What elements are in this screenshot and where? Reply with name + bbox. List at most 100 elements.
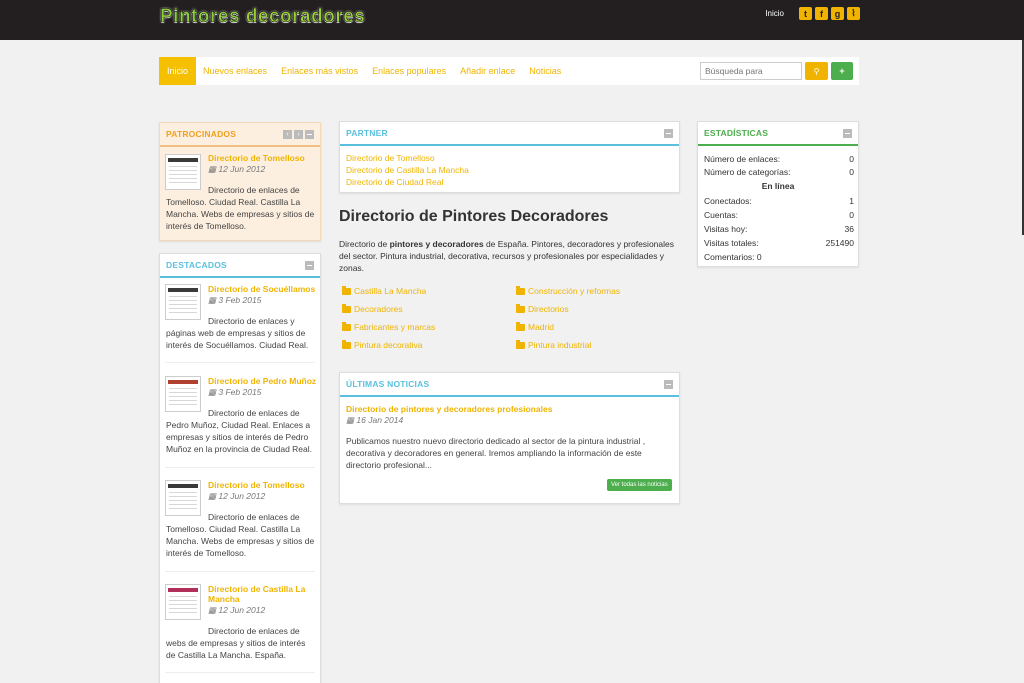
folder-icon [516, 303, 525, 313]
google-plus-icon[interactable]: g [831, 7, 844, 20]
folder-icon [516, 285, 525, 295]
nav-enlaces-populares[interactable]: Enlaces populares [365, 57, 453, 85]
page-title: Directorio de Pintores Decoradores [339, 208, 609, 225]
folder-icon [342, 339, 351, 349]
collapse-icon[interactable] [305, 260, 314, 270]
entry-title[interactable]: Directorio de Pedro Muñoz [208, 376, 320, 386]
featured-header: DESTACADOS [160, 254, 320, 278]
calendar-icon: ▦ [208, 295, 219, 305]
calendar-icon: ▦ [208, 164, 219, 174]
calendar-icon: ▦ [208, 387, 219, 397]
news-item-description: Publicamos nuestro nuevo directorio dedi… [346, 436, 646, 470]
entry-title[interactable]: Directorio de Castilla La Mancha [208, 584, 316, 604]
news-item-date: ▦ 16 Jan 2014 [346, 415, 404, 425]
category-link[interactable]: Pintura industrial [516, 339, 591, 350]
stat-accounts: Cuentas: 0 [704, 210, 854, 220]
logo-word1: Pintores [160, 6, 241, 28]
calendar-icon: ▦ [208, 491, 219, 501]
category-link[interactable]: Madrid [516, 321, 554, 332]
category-link[interactable]: Pintura decorativa [342, 339, 423, 350]
twitter-icon[interactable]: t [799, 7, 812, 20]
logo-word2: decoradores [245, 6, 366, 28]
entry-date: ▦ 3 Feb 2015 [208, 295, 262, 305]
partner-link[interactable]: Directorio de Ciudad Real [346, 177, 443, 187]
search-button[interactable]: ⚲ [805, 62, 828, 80]
stat-links: Número de enlaces: 0 [704, 154, 854, 164]
top-inicio-link[interactable]: Inicio [765, 9, 784, 18]
facebook-icon[interactable]: f [815, 7, 828, 20]
entry-date: ▦ 12 Jun 2012 [208, 164, 266, 174]
entry-title[interactable]: Directorio de Tomelloso [208, 153, 318, 163]
entry-date: ▦ 12 Jun 2012 [208, 491, 266, 501]
entry-title[interactable]: Directorio de Tomelloso [208, 480, 318, 490]
folder-icon [342, 285, 351, 295]
stat-visits-today: Visitas hoy: 36 [704, 224, 854, 234]
folder-icon [342, 303, 351, 313]
collapse-icon[interactable] [664, 379, 673, 389]
collapse-icon[interactable] [305, 129, 314, 139]
category-link[interactable]: Directorios [516, 303, 569, 314]
news-panel: ÚLTIMAS NOTICIAS Directorio de pintores … [339, 372, 680, 504]
stat-comments: Comentarios: 0 [704, 252, 762, 262]
news-title: ÚLTIMAS NOTICIAS [346, 379, 430, 389]
site-logo[interactable]: Pintores decoradores [160, 6, 365, 28]
intro-text: Directorio de pintores y decoradores de … [339, 239, 674, 273]
calendar-icon: ▦ [208, 605, 219, 615]
entry-description: Directorio de enlaces de Tomelloso. Ciud… [166, 185, 315, 231]
stat-connected: Conectados: 1 [704, 196, 854, 206]
all-news-button[interactable]: Ver todas las noticias [607, 479, 672, 491]
rss-icon[interactable]: ⌇ [847, 7, 860, 20]
collapse-icon[interactable] [664, 128, 673, 138]
news-header: ÚLTIMAS NOTICIAS [340, 373, 679, 397]
nav-anadir-enlace[interactable]: Añadir enlace [453, 57, 522, 85]
stat-categories: Número de categorías: 0 [704, 167, 854, 177]
partner-panel: PARTNER Directorio de Tomelloso Director… [339, 121, 680, 193]
next-arrow-icon[interactable]: › [294, 129, 303, 139]
partner-title: PARTNER [346, 128, 388, 138]
partner-header: PARTNER [340, 122, 679, 146]
category-link[interactable]: Castilla La Mancha [342, 285, 426, 296]
collapse-icon[interactable] [843, 128, 852, 138]
sponsored-header: PATROCINADOS ‹ › [160, 123, 320, 147]
category-link[interactable]: Decoradores [342, 303, 403, 314]
folder-icon [342, 321, 351, 331]
prev-arrow-icon[interactable]: ‹ [283, 129, 292, 139]
search-input[interactable] [700, 62, 802, 80]
stats-title: ESTADÍSTICAS [704, 128, 769, 138]
entry-date: ▦ 3 Feb 2015 [208, 387, 262, 397]
intro-bold: pintores y decoradores [389, 239, 484, 249]
partner-link[interactable]: Directorio de Tomelloso [346, 153, 435, 163]
featured-panel: DESTACADOS Directorio de Socuéllamos ▦ 3… [159, 253, 321, 683]
entry-description: Directorio de enlaces de Pedro Muñoz, Ci… [166, 408, 313, 454]
online-heading: En línea [761, 181, 795, 191]
featured-title: DESTACADOS [166, 260, 227, 270]
folder-icon [516, 339, 525, 349]
nav-inicio[interactable]: Inicio [159, 57, 197, 85]
top-bar: Pintores decoradores Inicio t f g ⌇ [0, 0, 1024, 40]
entry-description: Directorio de enlaces de Tomelloso. Ciud… [166, 512, 315, 558]
sponsored-panel: PATROCINADOS ‹ › Directorio de Tomelloso… [159, 122, 321, 241]
plus-icon: + [839, 66, 845, 76]
category-link[interactable]: Fabricantes y marcas [342, 321, 435, 332]
main-navbar: Inicio Nuevos enlaces Enlaces más vistos… [159, 57, 859, 85]
entry-description: Directorio de enlaces y páginas web de e… [166, 316, 309, 350]
top-links: Inicio t f g ⌇ [765, 7, 860, 20]
nav-nuevos-enlaces[interactable]: Nuevos enlaces [196, 57, 274, 85]
divider [165, 571, 315, 572]
entry-thumbnail[interactable] [165, 584, 201, 620]
news-item-title[interactable]: Directorio de pintores y decoradores pro… [346, 404, 666, 414]
divider [165, 362, 315, 363]
partner-link[interactable]: Directorio de Castilla La Mancha [346, 165, 469, 175]
stats-header: ESTADÍSTICAS [698, 122, 858, 146]
entry-title[interactable]: Directorio de Socuéllamos [208, 284, 318, 294]
entry-description: Directorio de enlaces de webs de empresa… [166, 626, 306, 660]
folder-icon [516, 321, 525, 331]
nav-enlaces-mas-vistos[interactable]: Enlaces más vistos [274, 57, 365, 85]
nav-noticias[interactable]: Noticias [522, 57, 568, 85]
calendar-icon: ▦ [346, 415, 357, 425]
add-link-button[interactable]: + [831, 62, 853, 80]
category-link[interactable]: Construcción y reformas [516, 285, 620, 296]
divider [165, 672, 315, 673]
entry-date: ▦ 12 Jun 2012 [208, 605, 266, 615]
sponsored-controls: ‹ › [283, 129, 314, 139]
